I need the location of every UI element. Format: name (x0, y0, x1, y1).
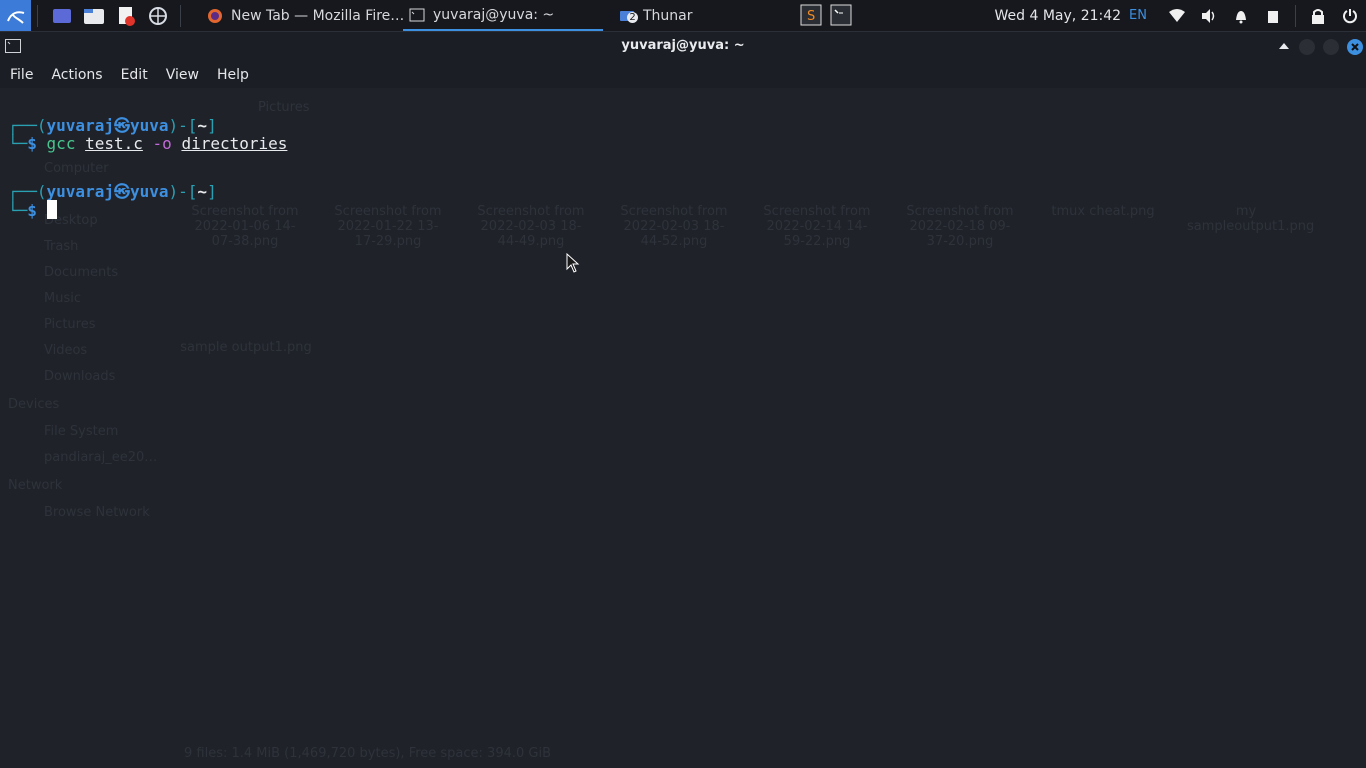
shade-icon[interactable] (1279, 43, 1289, 49)
separator (180, 4, 181, 27)
close-button[interactable] (1347, 39, 1363, 55)
prompt-at: ㉿ (113, 116, 130, 135)
ghost-sidebar-item: Videos (44, 343, 88, 358)
ghost-file: Screenshot from 2022-02-03 18-44-52.png (620, 204, 728, 249)
notification-bell-icon[interactable] (1231, 6, 1251, 26)
ghost-file: Screenshot from 2022-01-06 14-07-38.png (191, 204, 299, 249)
prompt-line: ┌──(yuvaraj㉿yuva)-[~] (8, 182, 217, 201)
menu-actions[interactable]: Actions (41, 67, 110, 83)
volume-icon[interactable] (1199, 6, 1219, 26)
maximize-button[interactable] (1323, 39, 1339, 55)
ghost-file: sample output1.png (180, 340, 312, 355)
file-manager-icon[interactable] (82, 4, 106, 28)
task-terminal[interactable]: yuvaraj@yuva: ~ (403, 0, 603, 31)
ghost-sidebar-item: Computer (44, 161, 109, 176)
ghost-file: Screenshot from 2022-01-22 13-17-29.png (334, 204, 442, 249)
kali-menu-icon[interactable] (0, 0, 31, 31)
ghost-sidebar-item: Documents (44, 265, 119, 280)
separator (1295, 4, 1296, 27)
terminal-launcher-icon[interactable] (829, 3, 853, 27)
ghost-sidebar-heading: Network (8, 478, 63, 493)
show-desktop-icon[interactable] (50, 4, 74, 28)
terminal-area[interactable]: Computer Desktop Trash Documents Music P… (0, 88, 1366, 768)
prompt-dir: ~ (197, 182, 208, 201)
menu-file[interactable]: File (0, 67, 41, 83)
ghost-sidebar-item: File System (44, 424, 119, 439)
ghost-file: Screenshot from 2022-02-03 18-44-49.png (477, 204, 585, 249)
menu-help[interactable]: Help (207, 67, 257, 83)
taskbar: New Tab — Mozilla Fire… yuvaraj@yuva: ~ … (0, 0, 1366, 32)
svg-text:S: S (807, 9, 815, 24)
command-arg: test.c (85, 134, 143, 153)
ghost-sidebar-item: Trash (44, 239, 79, 254)
prompt-symbol: $ (27, 134, 37, 153)
prompt-line: ┌──(yuvaraj㉿yuva)-[~] (8, 116, 217, 135)
close-icon (1351, 43, 1359, 51)
task-label: Thunar (643, 7, 693, 24)
ghost-sidebar-item: Pictures (44, 317, 96, 332)
prompt-user: yuvaraj (46, 182, 114, 201)
lock-icon[interactable] (1308, 6, 1328, 26)
clipboard-icon[interactable] (1263, 6, 1283, 26)
prompt-dir: ~ (197, 116, 208, 135)
text-cursor (46, 200, 57, 219)
prompt-at: ㉿ (113, 182, 130, 201)
text-editor-icon[interactable] (114, 4, 138, 28)
system-tray: Wed 4 May, 21:42 EN (995, 0, 1366, 31)
command-line: └─$ gcc test.c -o directories (8, 134, 288, 153)
menu-bar: File Actions Edit View Help (0, 61, 1366, 88)
task-firefox[interactable]: New Tab — Mozilla Fire… (201, 0, 403, 31)
prompt-user: yuvaraj (46, 116, 114, 135)
ghost-file: my sampleoutput1.png (1187, 204, 1315, 234)
wifi-icon[interactable] (1167, 6, 1187, 26)
ghost-sidebar-heading: Devices (8, 397, 60, 412)
ghost-sidebar-item: pandiaraj_ee20… (44, 450, 158, 465)
window-title: yuvaraj@yuva: ~ (621, 38, 745, 53)
command-line: └─$ (8, 200, 57, 220)
separator (37, 4, 38, 27)
task-label: New Tab — Mozilla Fire… (231, 7, 403, 24)
task-thunar[interactable]: 2 Thunar (613, 0, 805, 31)
power-icon[interactable] (1340, 6, 1360, 26)
keyboard-layout[interactable]: EN (1129, 8, 1147, 23)
prompt-symbol: $ (27, 201, 37, 220)
mouse-pointer-icon (566, 253, 580, 273)
ghost-path: Pictures (258, 100, 310, 115)
ghost-file: Screenshot from 2022-02-18 09-37-20.png (906, 204, 1014, 249)
prompt-host: yuva (129, 182, 169, 201)
web-browser-icon[interactable] (146, 4, 170, 28)
command-arg: directories (181, 134, 288, 153)
task-badge: 2 (627, 12, 638, 23)
command-flag: -o (152, 134, 172, 153)
prompt-host: yuva (129, 116, 169, 135)
menu-view[interactable]: View (156, 67, 207, 83)
ghost-sidebar-item: Downloads (44, 369, 116, 384)
ghost-sidebar-item: Music (44, 291, 81, 306)
ghost-status: 9 files: 1.4 MiB (1,469,720 bytes), Free… (184, 746, 552, 761)
terminal-icon (409, 8, 425, 21)
firefox-icon (208, 8, 222, 23)
menu-edit[interactable]: Edit (111, 67, 156, 83)
window-titlebar[interactable]: yuvaraj@yuva: ~ (0, 32, 1366, 61)
minimize-button[interactable] (1299, 39, 1315, 55)
ghost-sidebar-item: Browse Network (44, 505, 150, 520)
task-label: yuvaraj@yuva: ~ (433, 6, 555, 23)
sublime-icon[interactable]: S (799, 3, 823, 27)
ghost-file: tmux cheat.png (1051, 204, 1155, 219)
command-name: gcc (46, 134, 76, 153)
clock[interactable]: Wed 4 May, 21:42 (995, 8, 1122, 24)
ghost-file: Screenshot from 2022-02-14 14-59-22.png (763, 204, 871, 249)
